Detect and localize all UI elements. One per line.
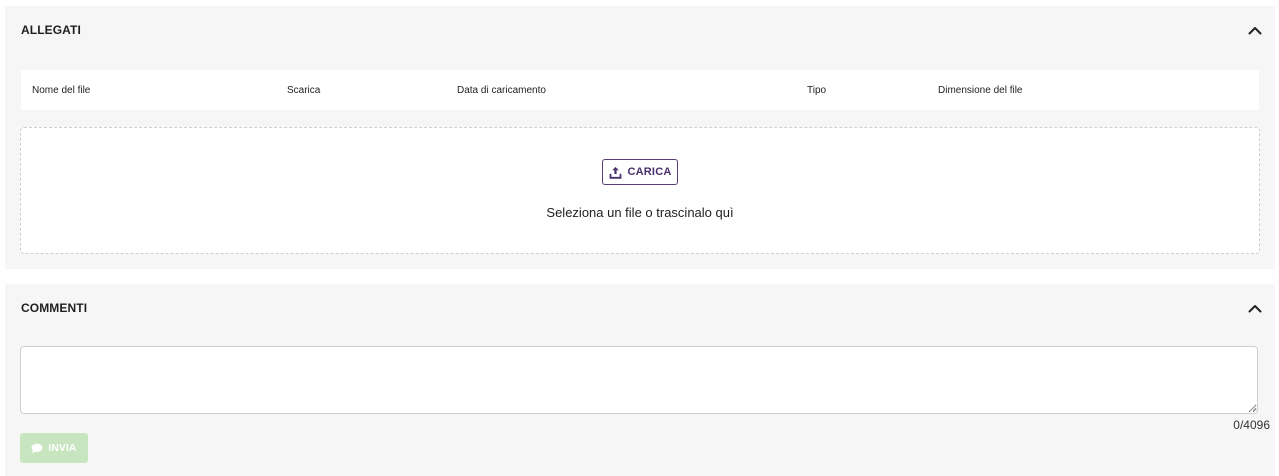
char-counter: 0/4096 [1233, 418, 1270, 432]
comments-panel: COMMENTI 0/4096 INVIA [5, 284, 1275, 476]
file-dropzone[interactable]: CARICA Seleziona un file o trascinalo qu… [20, 127, 1260, 254]
column-header-upload-date[interactable]: Data di caricamento [457, 85, 546, 96]
column-header-file-name[interactable]: Nome del file [32, 85, 90, 96]
chevron-up-icon [1248, 304, 1262, 312]
column-header-download[interactable]: Scarica [287, 85, 320, 96]
chevron-up-icon [1248, 26, 1262, 34]
send-button-label: INVIA [48, 442, 77, 454]
resize-grip-icon[interactable] [1249, 404, 1257, 412]
attachments-table-header: Nome del file Scarica Data di caricament… [21, 70, 1259, 110]
attachments-title: ALLEGATI [21, 23, 81, 37]
speech-bubble-icon [31, 443, 43, 453]
comments-collapse-button[interactable] [1245, 298, 1265, 318]
upload-button[interactable]: CARICA [602, 159, 678, 185]
upload-icon [609, 166, 621, 179]
upload-button-label: CARICA [627, 166, 672, 178]
send-button[interactable]: INVIA [20, 433, 88, 463]
column-header-type[interactable]: Tipo [807, 85, 826, 96]
attachments-panel: ALLEGATI Nome del file Scarica Data di c… [5, 6, 1275, 269]
comments-title: COMMENTI [21, 301, 88, 315]
comment-textarea[interactable] [20, 346, 1258, 414]
attachments-collapse-button[interactable] [1245, 20, 1265, 40]
dropzone-hint: Seleziona un file o trascinalo quì [546, 205, 734, 220]
column-header-file-size[interactable]: Dimensione del file [938, 85, 1023, 96]
